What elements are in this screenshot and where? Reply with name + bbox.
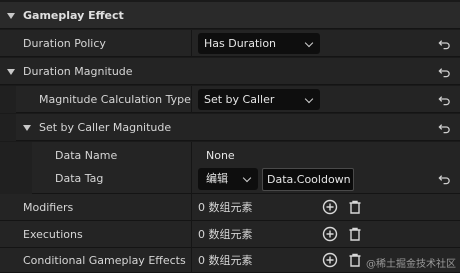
data-tag-edit-dropdown[interactable]: 编辑 [198, 168, 258, 190]
reset-arrow-icon[interactable] [438, 65, 451, 78]
magnitude-calc-value: Set by Caller [204, 93, 275, 106]
duration-policy-label: Duration Policy [23, 37, 106, 50]
add-circle-icon[interactable] [322, 252, 338, 268]
duration-policy-value: Has Duration [204, 37, 277, 50]
reset-arrow-icon[interactable] [438, 172, 451, 185]
collapse-triangle-icon[interactable] [7, 13, 15, 19]
column-divider [191, 164, 192, 194]
row-duration-policy: Duration Policy Has Duration [0, 30, 460, 57]
conditional-label: Conditional Gameplay Effects [23, 254, 186, 267]
trash-icon[interactable] [347, 252, 363, 268]
row-modifiers: Modifiers 0 数组元素 [0, 194, 460, 221]
set-by-caller-label: Set by Caller Magnitude [39, 121, 172, 134]
indent-guide [0, 86, 16, 113]
data-tag-value[interactable]: Data.Cooldown [262, 168, 354, 191]
details-panel: Gameplay Effect Duration Policy Has Dura… [0, 0, 460, 273]
column-divider [191, 194, 192, 221]
triangle-down-icon[interactable] [23, 125, 31, 131]
column-divider [191, 86, 192, 113]
row-executions: Executions 0 数组元素 [0, 221, 460, 248]
magnitude-calc-dropdown[interactable]: Set by Caller [198, 89, 320, 110]
reset-arrow-icon[interactable] [438, 121, 451, 134]
executions-label: Executions [23, 228, 83, 241]
data-name-value[interactable]: None [202, 145, 322, 166]
add-circle-icon[interactable] [322, 226, 338, 242]
indent-guide [0, 114, 16, 141]
magnitude-calc-label: Magnitude Calculation Type [39, 93, 191, 106]
duration-policy-dropdown[interactable]: Has Duration [198, 33, 320, 54]
column-divider [191, 30, 192, 57]
modifiers-label: Modifiers [23, 201, 74, 214]
data-tag-label: Data Tag [55, 172, 104, 185]
trash-icon[interactable] [347, 226, 363, 242]
row-duration-magnitude[interactable]: Duration Magnitude [0, 58, 460, 85]
reset-arrow-icon[interactable] [438, 37, 451, 50]
indent-guide [0, 164, 32, 194]
row-set-by-caller-magnitude[interactable]: Set by Caller Magnitude [0, 114, 460, 141]
column-divider [191, 248, 192, 273]
chevron-down-icon [242, 173, 252, 183]
row-data-tag: Data Tag 编辑 Data.Cooldown [0, 164, 460, 194]
modifiers-count: 0 数组元素 [198, 201, 253, 214]
reset-arrow-icon[interactable] [438, 93, 451, 106]
section-title: Gameplay Effect [23, 9, 124, 22]
triangle-down-icon[interactable] [7, 69, 15, 75]
duration-magnitude-label: Duration Magnitude [23, 65, 133, 78]
column-divider [191, 221, 192, 248]
conditional-count: 0 数组元素 [198, 254, 253, 267]
add-circle-icon[interactable] [322, 199, 338, 215]
chevron-down-icon [304, 38, 314, 48]
section-header-gameplay-effect[interactable]: Gameplay Effect [0, 2, 460, 29]
trash-icon[interactable] [347, 199, 363, 215]
data-tag-edit-label: 编辑 [206, 172, 228, 185]
row-magnitude-calculation-type: Magnitude Calculation Type Set by Caller [0, 86, 460, 113]
chevron-down-icon [304, 94, 314, 104]
executions-count: 0 数组元素 [198, 228, 253, 241]
watermark-text: @稀土掘金技术社区 [366, 259, 456, 270]
